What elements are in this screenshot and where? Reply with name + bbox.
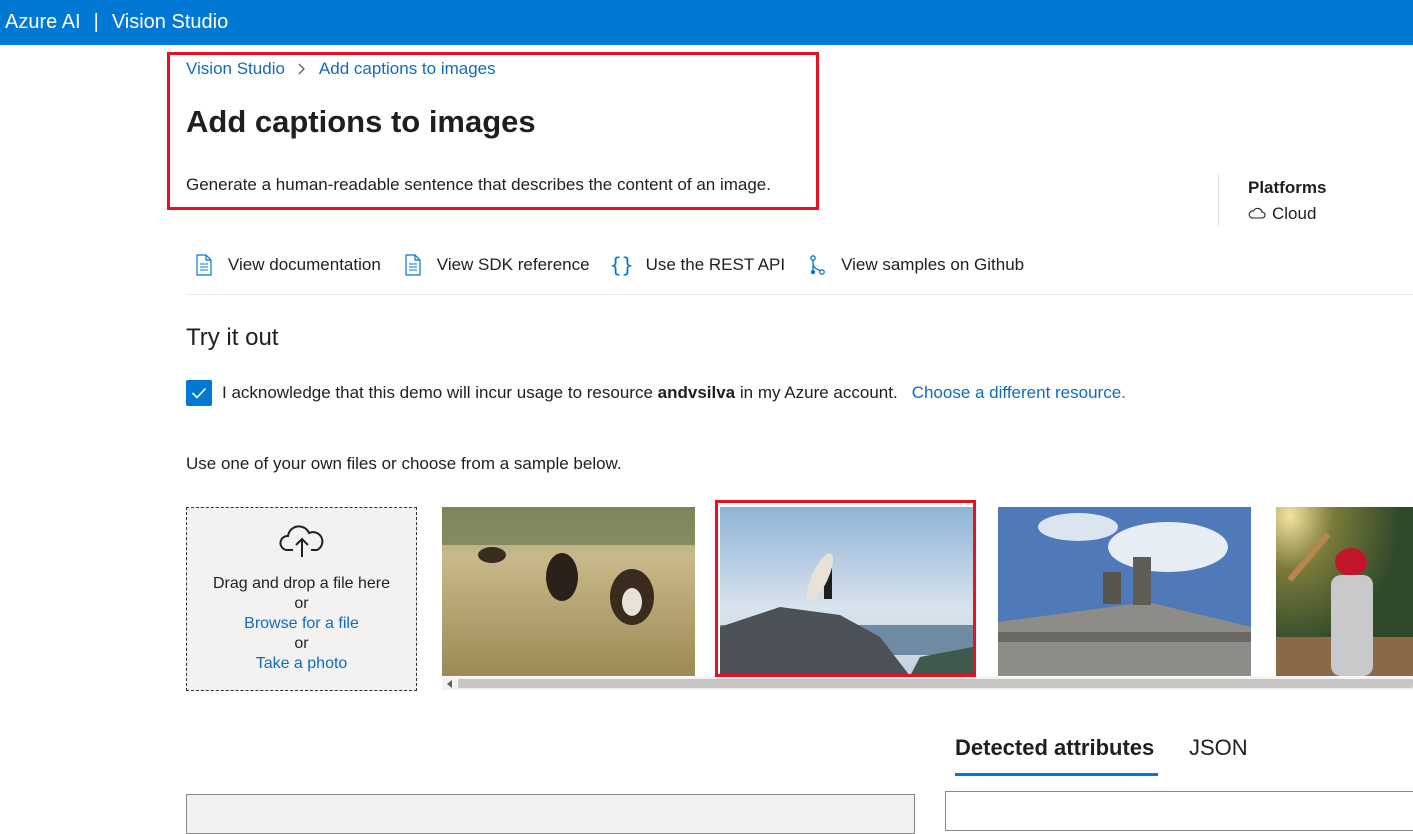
acknowledge-row: I acknowledge that this demo will incur …: [186, 380, 1126, 406]
use-rest-api-label: Use the REST API: [645, 255, 786, 274]
document-icon: [401, 253, 425, 277]
breadcrumb-current-link[interactable]: Add captions to images: [319, 59, 496, 79]
sample-image-statues[interactable]: [998, 507, 1251, 676]
use-rest-api-link[interactable]: {} Use the REST API: [610, 253, 786, 277]
acknowledge-text: I acknowledge that this demo will incur …: [222, 383, 898, 403]
cloud-upload-icon: [279, 524, 325, 574]
braces-icon: {}: [609, 253, 634, 277]
view-sdk-reference-link[interactable]: View SDK reference: [401, 253, 590, 277]
drag-drop-text: Drag and drop a file here: [213, 575, 390, 592]
platform-cloud-label: Cloud: [1272, 204, 1317, 223]
resource-name: andvsilva: [657, 383, 736, 402]
breadcrumb: Vision Studio Add captions to images: [186, 59, 496, 79]
page-title: Add captions to images: [186, 104, 536, 139]
view-samples-github-link[interactable]: View samples on Github: [805, 253, 1024, 277]
tab-json[interactable]: JSON: [1189, 735, 1248, 761]
view-samples-github-label: View samples on Github: [841, 255, 1025, 274]
view-documentation-link[interactable]: View documentation: [186, 253, 381, 277]
image-preview-panel: [186, 794, 915, 834]
document-icon: [192, 253, 216, 277]
section-divider: [186, 294, 1413, 295]
selected-sample-highlight: [715, 500, 976, 677]
or-text: or: [294, 635, 309, 652]
acknowledge-text-after: in my Azure account.: [739, 383, 898, 402]
resource-links: View documentation View SDK reference {}…: [186, 250, 1044, 280]
top-bar: Azure AI | Vision Studio: [0, 0, 1413, 45]
product-name[interactable]: Vision Studio: [112, 11, 228, 34]
platforms-divider: [1218, 174, 1219, 226]
breadcrumb-root-link[interactable]: Vision Studio: [186, 59, 285, 79]
cloud-icon: [1248, 204, 1272, 224]
tab-detected-attributes[interactable]: Detected attributes: [955, 735, 1154, 761]
sample-instructions: Use one of your own files or choose from…: [186, 454, 622, 473]
active-tab-indicator: [955, 773, 1158, 776]
sample-image-baseball[interactable]: [1276, 507, 1413, 676]
sample-image-cows[interactable]: [442, 507, 695, 676]
choose-resource-link[interactable]: Choose a different resource.: [912, 383, 1126, 403]
browse-file-link[interactable]: Browse for a file: [244, 614, 359, 634]
view-documentation-label: View documentation: [228, 255, 381, 274]
scroll-left-arrow-icon[interactable]: [444, 677, 456, 690]
branch-icon: [805, 253, 829, 277]
platforms-label: Platforms: [1248, 178, 1327, 197]
page-description: Generate a human-readable sentence that …: [186, 175, 771, 194]
brand-name[interactable]: Azure AI: [5, 11, 81, 34]
file-dropzone[interactable]: Drag and drop a file here or Browse for …: [186, 507, 417, 691]
view-sdk-reference-label: View SDK reference: [436, 255, 590, 274]
acknowledge-text-before: I acknowledge that this demo will incur …: [222, 383, 653, 402]
or-text: or: [294, 595, 309, 612]
chevron-right-icon: [297, 60, 307, 78]
take-photo-link[interactable]: Take a photo: [256, 654, 348, 674]
acknowledge-checkbox[interactable]: [186, 380, 212, 406]
checkmark-icon: [191, 387, 207, 399]
results-panel: [945, 791, 1413, 831]
samples-scrollbar-thumb[interactable]: [458, 679, 1413, 688]
try-it-out-heading: Try it out: [186, 324, 279, 351]
platform-cloud: Cloud: [1248, 204, 1316, 224]
header-separator: |: [93, 11, 99, 33]
